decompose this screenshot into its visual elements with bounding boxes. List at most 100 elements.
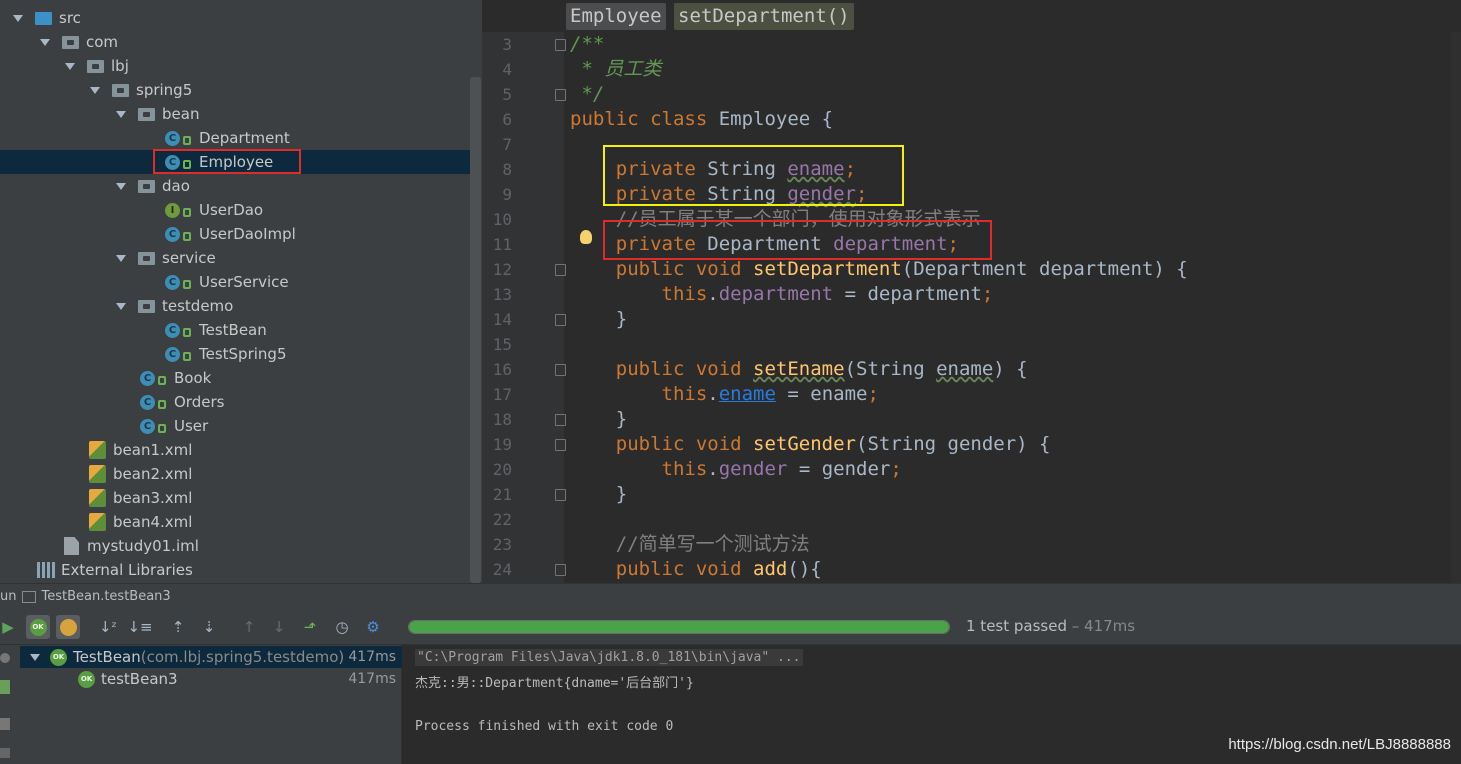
test-row-class[interactable]: OK TestBean (com.lbj.spring5.testdemo) 4…: [20, 646, 402, 668]
fold-marker-icon[interactable]: [555, 414, 566, 426]
ok-status-icon: OK: [78, 670, 95, 688]
fold-marker-icon[interactable]: [555, 364, 566, 376]
code-line[interactable]: public void setDepartment(Department dep…: [570, 257, 1188, 282]
show-ignored-icon[interactable]: [56, 615, 80, 639]
tree-item[interactable]: bean4.xml: [0, 510, 470, 534]
code-token: .: [707, 283, 719, 305]
code-line[interactable]: }: [570, 307, 627, 332]
test-status-main: 1 test passed: [966, 617, 1067, 635]
line-number-gutter[interactable]: 3 4 5 6 7 8 9 10 11 12 13 14 15 16 17 18 19 20 21 22 23 24: [482, 32, 566, 583]
stop-icon[interactable]: [0, 653, 10, 663]
history-icon[interactable]: ◷: [330, 615, 354, 639]
tree-item[interactable]: com: [0, 30, 470, 54]
fold-marker-icon[interactable]: [555, 564, 566, 576]
fold-marker-icon[interactable]: [555, 314, 566, 326]
tree-item[interactable]: mystudy01.iml: [0, 534, 470, 558]
run-config-icon: [22, 590, 37, 603]
fold-marker-icon[interactable]: [555, 39, 566, 51]
sort-alpha-icon[interactable]: ↓ᶻ: [96, 615, 120, 639]
tree-scrollbar[interactable]: [470, 77, 481, 583]
expand-arrow-icon[interactable]: [12, 12, 24, 24]
tree-item[interactable]: bean3.xml: [0, 486, 470, 510]
tree-item[interactable]: I UserDao: [0, 198, 470, 222]
tree-item[interactable]: testdemo: [0, 294, 470, 318]
expand-arrow-icon[interactable]: [115, 180, 127, 192]
tree-item[interactable]: C Department: [0, 126, 470, 150]
code-token: = gender: [787, 458, 891, 480]
line-number: 18: [492, 410, 512, 429]
fold-marker-icon[interactable]: [555, 264, 566, 276]
test-row-method[interactable]: OK testBean3 417ms: [20, 668, 402, 690]
expand-all-icon[interactable]: ⇡: [166, 615, 190, 639]
code-line[interactable]: public class Employee {: [570, 107, 833, 132]
code-line[interactable]: }: [570, 407, 627, 432]
collapse-all-icon[interactable]: ⇣: [197, 615, 221, 639]
expand-arrow-icon[interactable]: [89, 84, 101, 96]
code-line[interactable]: this.gender = gender;: [570, 457, 902, 482]
tree-item[interactable]: lbj: [0, 54, 470, 78]
code-line[interactable]: * 员工类: [570, 57, 661, 82]
expand-arrow-icon[interactable]: [29, 651, 41, 663]
tree-item[interactable]: bean2.xml: [0, 462, 470, 486]
next-failed-icon[interactable]: ↓: [267, 615, 291, 639]
sort-duration-icon[interactable]: ↓≡: [127, 615, 152, 639]
package-icon: [87, 59, 104, 73]
layout-icon[interactable]: [0, 718, 10, 730]
tree-item-label: mystudy01.iml: [87, 537, 199, 555]
tree-item[interactable]: bean: [0, 102, 470, 126]
fold-marker-icon[interactable]: [555, 439, 566, 451]
tree-item[interactable]: C Book: [0, 366, 470, 390]
code-editor[interactable]: Employee setDepartment() 3 4 5 6 7 8 9 10 11 12 13…: [482, 0, 1461, 583]
expand-arrow-icon[interactable]: [115, 252, 127, 264]
tree-item[interactable]: C UserService: [0, 270, 470, 294]
watermark: https://blog.csdn.net/LBJ8888888: [1228, 736, 1451, 753]
tree-item[interactable]: C User: [0, 414, 470, 438]
tree-item[interactable]: bean1.xml: [0, 438, 470, 462]
tree-item[interactable]: dao: [0, 174, 470, 198]
project-tree[interactable]: src com lbj spring5 bean C Department C Employee…: [0, 0, 482, 583]
tree-item[interactable]: C UserDaoImpl: [0, 222, 470, 246]
test-status-time: – 417ms: [1066, 617, 1136, 635]
breadcrumb-method[interactable]: setDepartment(): [674, 3, 854, 30]
line-number: 14: [492, 310, 512, 329]
tree-item[interactable]: External Libraries: [0, 558, 470, 582]
rerun-icon[interactable]: ▶: [0, 615, 20, 639]
settings-icon[interactable]: ⚙: [361, 615, 385, 639]
code-line[interactable]: this.department = department;: [570, 282, 994, 307]
code-line[interactable]: public void add(){: [570, 557, 822, 582]
code-line[interactable]: this.ename = ename;: [570, 382, 879, 407]
expand-arrow-icon[interactable]: [115, 300, 127, 312]
intention-bulb-icon[interactable]: [580, 230, 592, 244]
expand-arrow-icon[interactable]: [64, 60, 76, 72]
prev-failed-icon[interactable]: ↑: [237, 615, 261, 639]
editor-scrollbar[interactable]: [1451, 32, 1461, 583]
run-tab-label[interactable]: TestBean.testBean3: [41, 589, 170, 604]
test-results-tree[interactable]: OK TestBean (com.lbj.spring5.testdemo) 4…: [20, 645, 402, 764]
tree-item[interactable]: src: [0, 6, 470, 30]
tree-item[interactable]: C Orders: [0, 390, 470, 414]
code-token: this: [661, 458, 708, 480]
fold-marker-icon[interactable]: [555, 89, 566, 101]
expand-arrow-icon[interactable]: [115, 108, 127, 120]
show-passed-icon[interactable]: OK: [26, 615, 50, 639]
line-number: 7: [502, 135, 512, 154]
expand-arrow-icon[interactable]: [39, 36, 51, 48]
export-icon[interactable]: ⬏: [298, 615, 322, 639]
pin-icon[interactable]: [0, 680, 10, 694]
code-line[interactable]: /**: [570, 32, 604, 57]
code-token: }: [570, 408, 628, 430]
code-line[interactable]: public void setEname(String ename) {: [570, 357, 1028, 382]
fold-marker-icon[interactable]: [555, 489, 566, 501]
close-icon[interactable]: [0, 748, 10, 758]
code-line[interactable]: }: [570, 482, 627, 507]
code-line[interactable]: //简单写一个测试方法: [570, 532, 810, 557]
tree-item[interactable]: C TestSpring5: [0, 342, 470, 366]
code-line[interactable]: */: [570, 82, 604, 107]
breadcrumb-class[interactable]: Employee: [566, 3, 666, 30]
tree-item-label: spring5: [136, 81, 193, 99]
tree-item[interactable]: C TestBean: [0, 318, 470, 342]
tree-item[interactable]: spring5: [0, 78, 470, 102]
tree-item[interactable]: service: [0, 246, 470, 270]
code-line[interactable]: public void setGender(String gender) {: [570, 432, 1051, 457]
